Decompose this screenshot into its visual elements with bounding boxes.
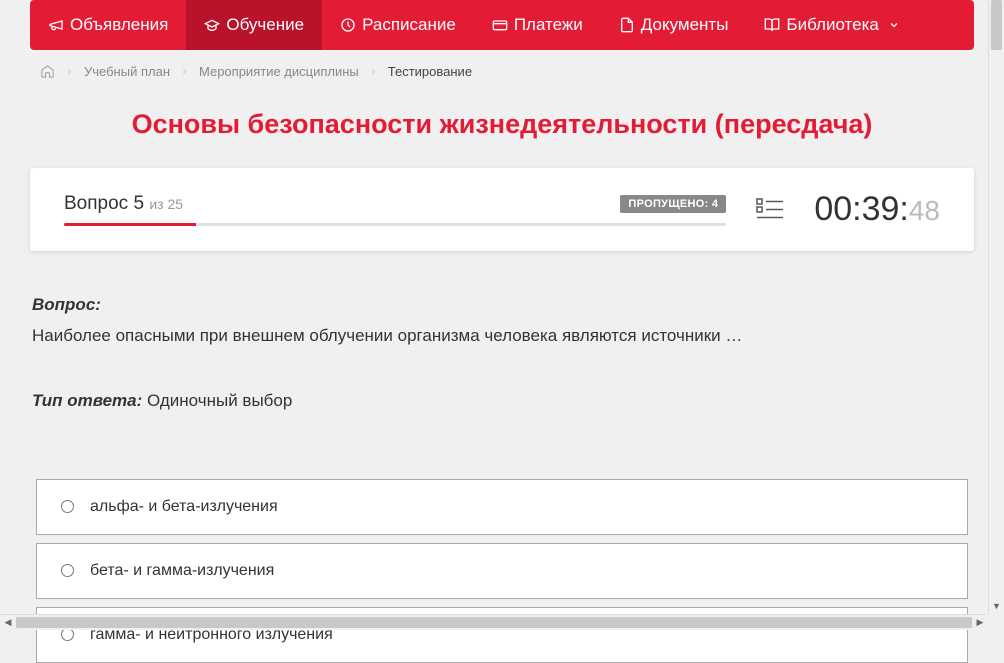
scroll-thumb[interactable]: [16, 617, 972, 628]
nav-label: Обучение: [226, 15, 304, 35]
skipped-badge: ПРОПУЩЕНО: 4: [620, 195, 726, 213]
nav-documents[interactable]: Документы: [601, 0, 747, 50]
nav-label: Платежи: [514, 15, 583, 35]
progress-bar: [64, 223, 726, 226]
page-title: Основы безопасности жизнедеятельности (п…: [30, 109, 974, 140]
timer-main: 00:39:: [814, 190, 909, 229]
chevron-down-icon: [888, 19, 900, 31]
answer-type-label: Тип ответа:: [32, 391, 142, 410]
status-panel: Вопрос 5 из 25 ПРОПУЩЕНО: 4: [30, 168, 974, 251]
question-total: из 25: [149, 196, 183, 212]
chevron-right-icon: [369, 67, 378, 76]
chevron-right-icon: [65, 67, 74, 76]
question-text: Наиболее опасными при внешнем облучении …: [32, 323, 972, 349]
scroll-thumb[interactable]: [991, 0, 1002, 50]
progress-fill: [64, 223, 196, 226]
nav-library[interactable]: Библиотека: [746, 0, 917, 50]
breadcrumb-link[interactable]: Учебный план: [84, 64, 170, 79]
question-list-button[interactable]: [756, 197, 784, 223]
scroll-right-arrow[interactable]: ▶: [972, 615, 988, 630]
megaphone-icon: [48, 17, 64, 33]
nav-payments[interactable]: Платежи: [474, 0, 601, 50]
scroll-down-arrow[interactable]: ▼: [989, 598, 1004, 614]
answer-option-label: альфа- и бета-излучения: [90, 498, 278, 516]
document-icon: [619, 17, 635, 33]
scroll-left-arrow[interactable]: ◀: [0, 615, 16, 630]
chevron-right-icon: [180, 67, 189, 76]
progress-section: Вопрос 5 из 25 ПРОПУЩЕНО: 4: [64, 193, 726, 226]
nav-schedule[interactable]: Расписание: [322, 0, 474, 50]
card-icon: [492, 17, 508, 33]
scrollbar-corner: [988, 614, 1004, 630]
nav-label: Библиотека: [786, 15, 878, 35]
timer: 00:39:48: [814, 190, 940, 229]
book-icon: [764, 17, 780, 33]
answer-radio[interactable]: [61, 564, 74, 577]
answer-option-label: бета- и гамма-излучения: [90, 562, 274, 580]
timer-ms: 48: [909, 195, 940, 227]
answer-option[interactable]: альфа- и бета-излучения: [36, 479, 968, 535]
question-block: Вопрос: Наиболее опасными при внешнем об…: [30, 295, 974, 411]
home-icon[interactable]: [40, 64, 55, 79]
horizontal-scrollbar[interactable]: ◀ ▶: [0, 614, 988, 630]
answer-type-value: Одиночный выбор: [147, 391, 292, 410]
vertical-scrollbar[interactable]: ▲ ▼: [988, 0, 1004, 614]
answer-type: Тип ответа: Одиночный выбор: [32, 391, 972, 411]
breadcrumb-link[interactable]: Мероприятие дисциплины: [199, 64, 359, 79]
answer-options: альфа- и бета-излучения бета- и гамма-из…: [30, 479, 974, 663]
breadcrumb-current: Тестирование: [388, 64, 472, 79]
nav-learning[interactable]: Обучение: [186, 0, 322, 50]
question-number-label: Вопрос 5: [64, 193, 149, 214]
graduation-icon: [204, 17, 220, 33]
nav-label: Объявления: [70, 15, 168, 35]
nav-announcements[interactable]: Объявления: [30, 0, 186, 50]
answer-radio[interactable]: [61, 500, 74, 513]
breadcrumb: Учебный план Мероприятие дисциплины Тест…: [30, 50, 974, 93]
nav-label: Расписание: [362, 15, 456, 35]
clock-icon: [340, 17, 356, 33]
question-header: Вопрос:: [32, 295, 972, 315]
answer-option[interactable]: бета- и гамма-излучения: [36, 543, 968, 599]
nav-label: Документы: [641, 15, 729, 35]
top-navigation: Объявления Обучение Расписание Платежи Д…: [30, 0, 974, 50]
